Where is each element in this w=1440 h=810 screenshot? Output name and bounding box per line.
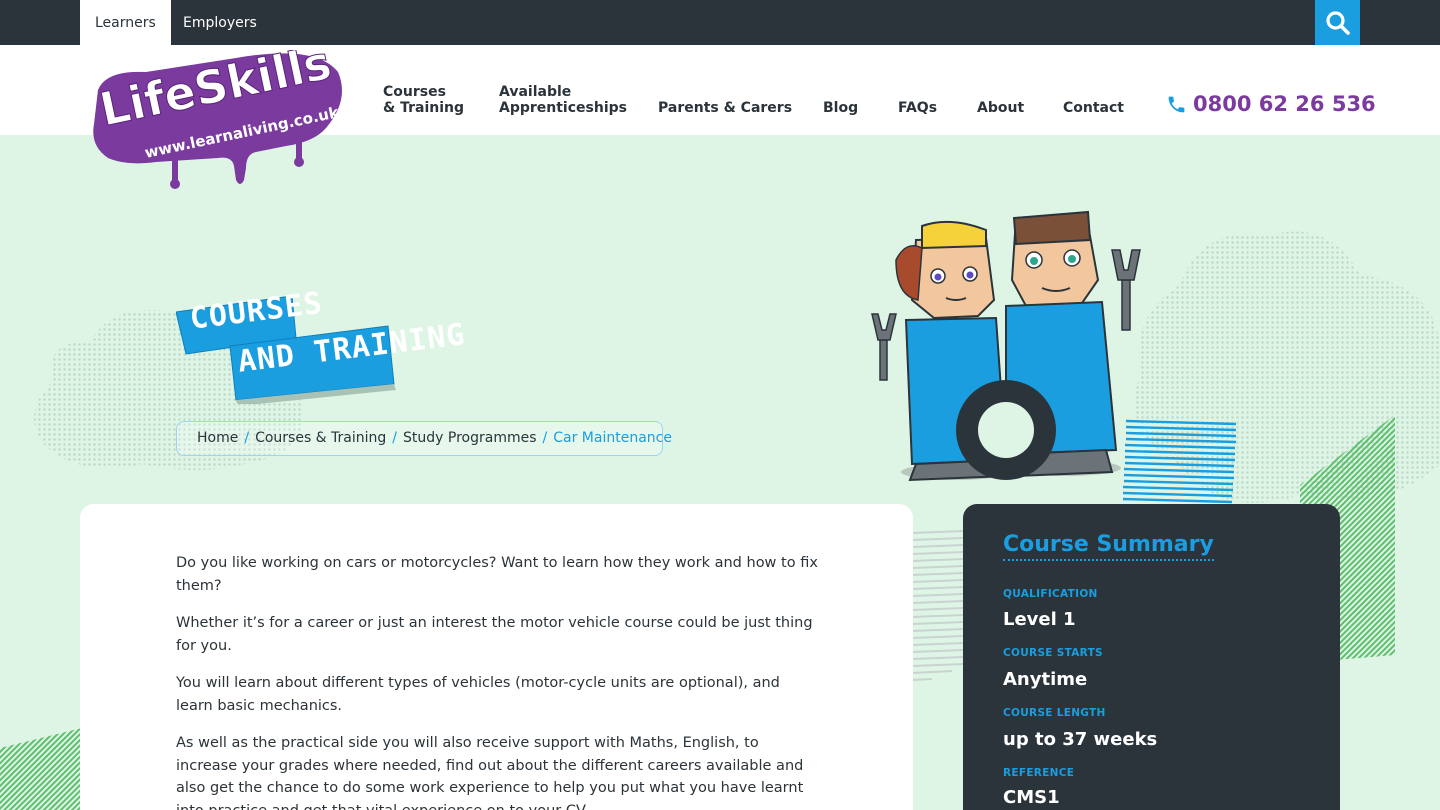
search-icon <box>1325 10 1350 35</box>
phone-icon <box>1168 96 1185 112</box>
breadcrumb-courses-training[interactable]: Courses & Training <box>255 430 386 446</box>
qualification-label: QUALIFICATION <box>1003 588 1098 600</box>
nav-courses-line2: & Training <box>383 100 464 116</box>
reference-value: CMS1 <box>1003 787 1060 808</box>
phone-link[interactable]: 0800 62 26 536 <box>1166 92 1376 116</box>
breadcrumb: Home / Courses & Training / Study Programmes… <box>176 421 672 456</box>
course-length-label: COURSE LENGTH <box>1003 707 1106 719</box>
description-paragraph: You will learn about different types of … <box>176 675 780 714</box>
nav-parents-carers[interactable]: Parents & Carers <box>658 100 792 116</box>
nav-about[interactable]: About <box>977 100 1024 116</box>
description-paragraph: As well as the practical side you will a… <box>176 735 804 810</box>
description-paragraph: Do you like working on cars or motorcycl… <box>176 555 818 594</box>
qualification-value: Level 1 <box>1003 609 1076 630</box>
nav-apprent-line2: Apprenticeships <box>499 100 627 116</box>
breadcrumb-separator: / <box>392 430 398 446</box>
mechanics-illustration <box>871 210 1141 482</box>
breadcrumb-current: Car Maintenance <box>553 430 672 446</box>
lifeskills-logo[interactable]: LifeSkills www.learnaliving.co.uk <box>86 50 348 195</box>
breadcrumb-study-programmes[interactable]: Study Programmes <box>403 430 537 446</box>
search-button[interactable] <box>1315 0 1360 45</box>
breadcrumb-home[interactable]: Home <box>197 430 238 446</box>
nav-courses-training[interactable]: Courses & Training <box>383 84 464 116</box>
phone-number: 0800 62 26 536 <box>1193 92 1376 116</box>
course-length-value: up to 37 weeks <box>1003 729 1158 750</box>
description-paragraph: Whether it’s for a career or just an int… <box>176 615 813 654</box>
nav-courses-line1: Courses <box>383 84 446 100</box>
breadcrumb-separator: / <box>542 430 548 446</box>
course-starts-value: Anytime <box>1003 669 1088 690</box>
green-hatch-left <box>0 728 82 810</box>
nav-apprent-line1: Available <box>499 84 572 100</box>
tab-learners[interactable]: Learners <box>80 0 171 45</box>
tab-employers[interactable]: Employers <box>168 0 272 45</box>
course-starts-label: COURSE STARTS <box>1003 647 1103 659</box>
course-summary-title: Course Summary <box>1003 532 1214 561</box>
nav-contact[interactable]: Contact <box>1063 100 1124 116</box>
breadcrumb-separator: / <box>244 430 250 446</box>
nav-apprenticeships[interactable]: Available Apprenticeships <box>499 84 627 116</box>
reference-label: REFERENCE <box>1003 767 1075 779</box>
grey-stripes-decoration <box>912 530 964 681</box>
nav-blog[interactable]: Blog <box>823 100 858 116</box>
nav-faqs[interactable]: FAQs <box>898 100 937 116</box>
top-bar: Learners Employers <box>0 0 1440 45</box>
course-description: Do you like working on cars or motorcycl… <box>176 552 821 810</box>
